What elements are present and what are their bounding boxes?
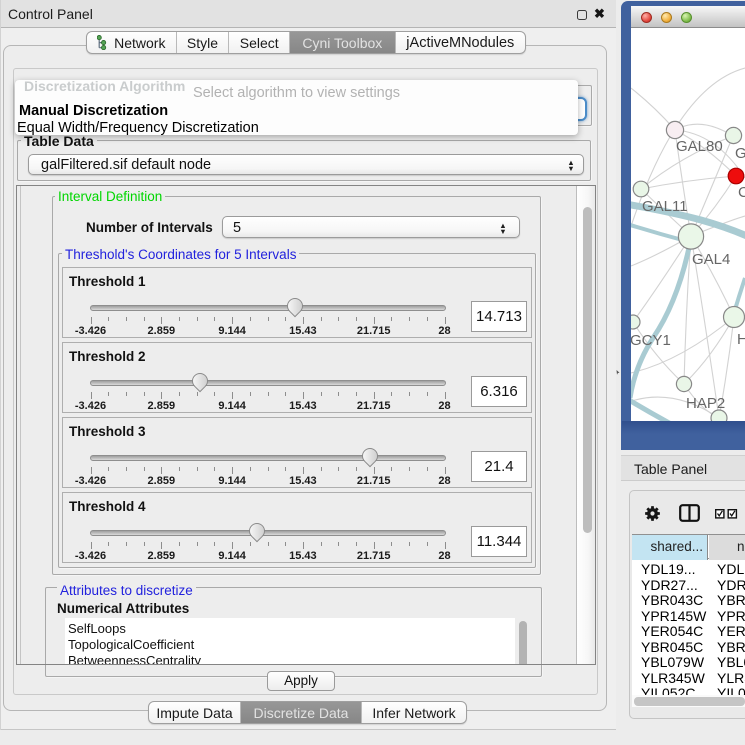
svg-text:GAL80: GAL80: [676, 138, 723, 155]
svg-text:GAL4: GAL4: [692, 251, 730, 268]
svg-text:HAP2: HAP2: [686, 395, 725, 412]
svg-text:GAL11: GAL11: [642, 198, 688, 215]
svg-text:G: G: [735, 145, 745, 162]
svg-text:H: H: [737, 331, 745, 348]
svg-text:GCY1: GCY1: [631, 332, 671, 349]
svg-text:C: C: [738, 184, 745, 201]
